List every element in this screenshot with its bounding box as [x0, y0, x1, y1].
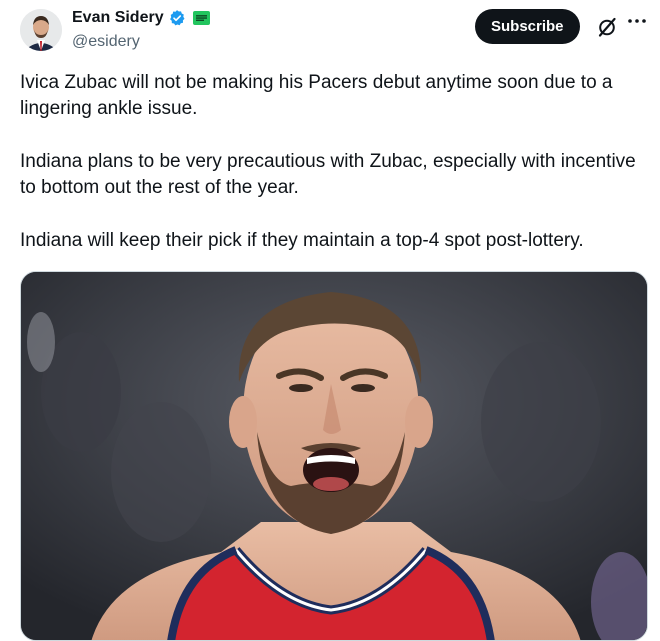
display-name[interactable]: Evan Sidery	[72, 9, 164, 27]
more-dots-icon[interactable]	[627, 12, 647, 30]
affiliation-badge-icon[interactable]	[192, 11, 210, 25]
user-handle[interactable]: @esidery	[72, 33, 140, 51]
tweet-paragraph: Indiana plans to be very precautious wit…	[20, 151, 636, 198]
tweet-header: Evan Sidery @esidery Subscribe	[20, 8, 648, 58]
tweet-text: Ivica Zubac will not be making his Pacer…	[20, 70, 640, 281]
verified-badge-icon[interactable]	[168, 9, 186, 27]
subscribe-button[interactable]: Subscribe	[475, 9, 580, 44]
grok-slash-circle-icon[interactable]	[596, 16, 618, 38]
player-photo	[21, 272, 647, 640]
tweet-paragraph: Ivica Zubac will not be making his Pacer…	[20, 72, 613, 119]
avatar-portrait	[20, 9, 62, 51]
tweet-paragraph: Indiana will keep their pick if they mai…	[20, 230, 584, 251]
tweet-media-photo[interactable]	[20, 271, 648, 641]
name-row: Evan Sidery	[72, 9, 210, 27]
avatar[interactable]	[20, 9, 62, 51]
